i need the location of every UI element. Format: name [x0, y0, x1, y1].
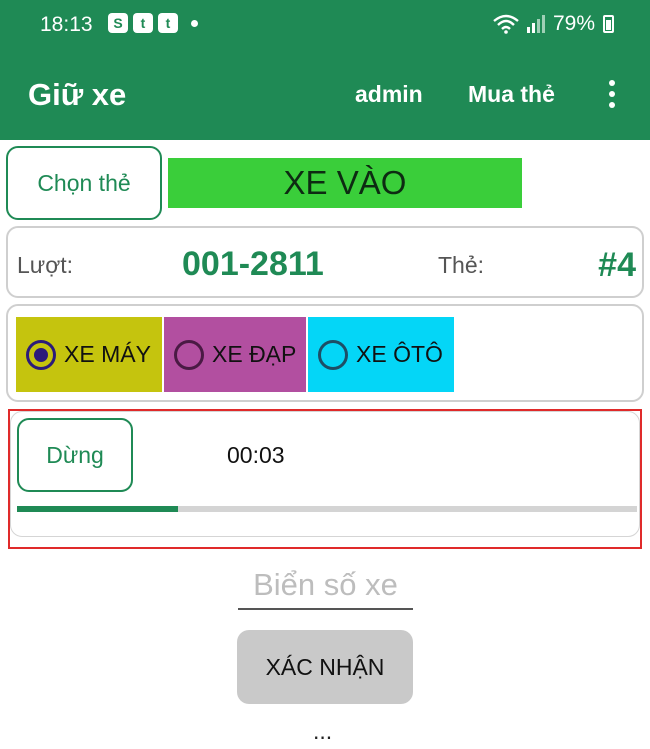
vehicle-option-car[interactable]: XE ÔTÔ [308, 317, 454, 392]
turn-value: 001-2811 [182, 245, 324, 283]
elapsed-time: 00:03 [227, 442, 285, 468]
vehicle-option-label: XE ÔTÔ [356, 341, 443, 367]
progress-bar [17, 506, 637, 512]
direction-banner: XE VÀO [168, 158, 522, 208]
app-bar: Giữ xe admin Mua thẻ [0, 52, 650, 140]
battery-percent: 79% [552, 12, 595, 35]
tiktok-notification-icon: t [158, 13, 178, 33]
user-menu[interactable]: admin [355, 81, 423, 108]
signal-icon [526, 15, 545, 33]
confirm-button[interactable]: XÁC NHẬN [237, 630, 413, 704]
vehicle-option-label: XE MÁY [64, 341, 151, 367]
radio-selected-icon[interactable] [26, 339, 56, 370]
status-time: 18:13 [40, 13, 93, 36]
tiktok-notification-icon: t [133, 13, 153, 33]
card-label: Thẻ: [438, 252, 485, 278]
buy-card-menu[interactable]: Mua thẻ [468, 81, 555, 108]
choose-card-button[interactable]: Chọn thẻ [6, 146, 162, 220]
timer-card: Dừng 00:03 [8, 409, 642, 549]
app-title: Giữ xe [28, 77, 127, 112]
vehicle-type-card: XE MÁY XE ĐẠP XE ÔTÔ [6, 304, 644, 402]
vehicle-option-label: XE ĐẠP [212, 341, 297, 367]
plate-number-input[interactable] [238, 562, 413, 610]
stop-button[interactable]: Dừng [17, 418, 133, 492]
vehicle-option-bicycle[interactable]: XE ĐẠP [164, 317, 306, 392]
wifi-icon [493, 14, 519, 34]
radio-unselected-icon[interactable] [318, 339, 348, 370]
radio-unselected-icon[interactable] [174, 339, 204, 370]
card-number: #4 [598, 246, 636, 284]
progress-fill [17, 506, 179, 512]
turn-label: Lượt: [17, 252, 74, 278]
battery-icon [603, 15, 614, 33]
notification-icons: S t t [108, 13, 198, 33]
more-vert-icon[interactable] [601, 80, 623, 112]
status-right: 79% [493, 12, 614, 36]
timer-panel: Dừng 00:03 [10, 411, 640, 537]
turn-info-card: Lượt: 001-2811 Thẻ: #4 [6, 226, 644, 298]
vehicle-option-motorbike[interactable]: XE MÁY [16, 317, 162, 392]
status-bar: 18:13 S t t 79% [0, 0, 650, 52]
more-content-indicator: ... [313, 718, 333, 744]
more-notifications-dot [191, 20, 198, 27]
shop-notification-icon: S [108, 13, 128, 33]
